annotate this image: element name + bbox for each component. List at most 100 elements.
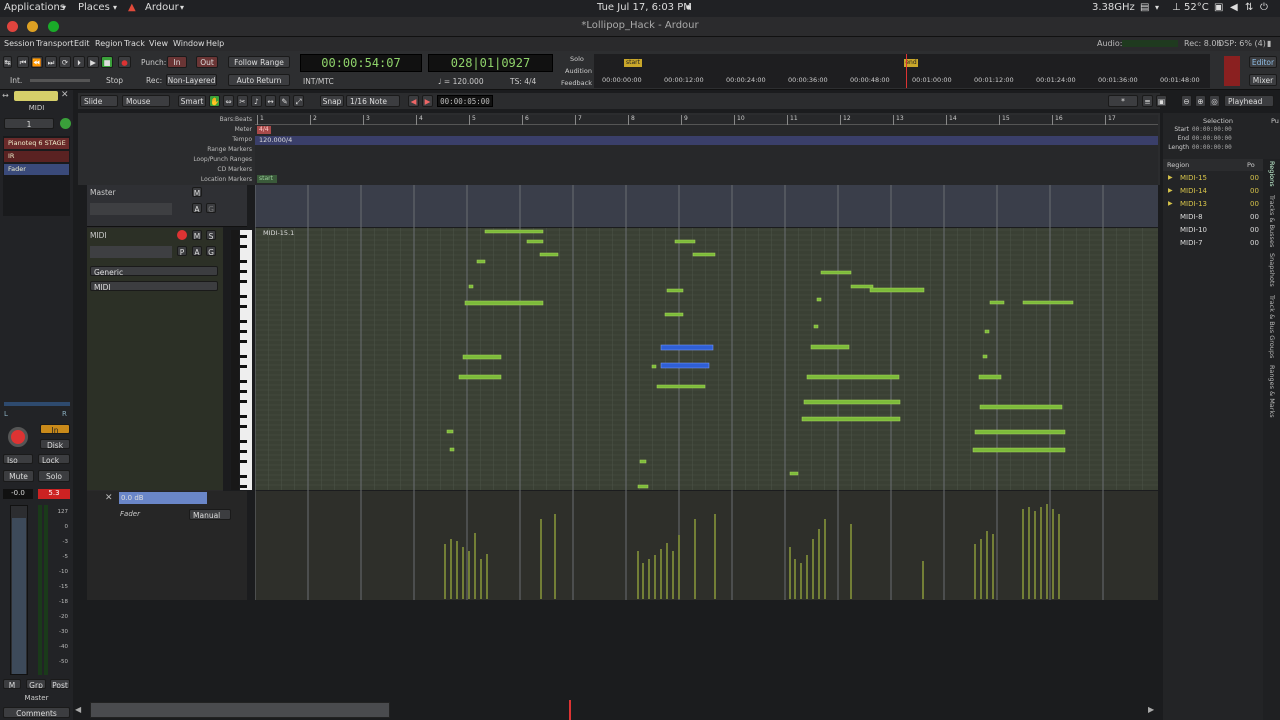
plugin-fader[interactable]: Fader — [4, 164, 69, 175]
loop-icon[interactable]: ⟳ — [59, 56, 71, 68]
zoom-focus-dropdown[interactable]: Playhead — [1224, 95, 1274, 107]
menu-track[interactable]: Track — [124, 39, 145, 48]
horizontal-scrollbar[interactable] — [90, 702, 390, 718]
black-key[interactable] — [240, 235, 247, 238]
meter-point-button[interactable]: M — [3, 679, 21, 689]
plugin-ir[interactable]: IR — [4, 151, 69, 162]
audition-tool-icon[interactable]: ♪ — [251, 95, 262, 107]
midi-group-button[interactable]: G — [206, 246, 216, 256]
midi-automation-button[interactable]: A — [192, 246, 202, 256]
bars-beats-ruler[interactable]: 1 2 3 4 5 6 7 8 9 10 11 12 13 14 15 16 17 — [255, 115, 1158, 125]
black-key[interactable] — [240, 440, 247, 443]
power-icon[interactable]: ⏻ — [1260, 2, 1268, 13]
region-list-item[interactable]: ▶ MIDI-13 00 — [1163, 199, 1263, 211]
midi-track-header[interactable]: MIDI M S P A G Generic MIDI — [87, 228, 223, 490]
cursor-mode-dropdown[interactable]: Mouse — [122, 95, 170, 107]
black-key[interactable] — [240, 295, 247, 298]
black-key[interactable] — [240, 320, 247, 323]
black-key[interactable] — [240, 340, 247, 343]
region-list-item[interactable]: MIDI-10 00 — [1163, 225, 1263, 237]
master-mute-button[interactable]: M — [192, 187, 202, 197]
applications-menu[interactable]: Applications — [4, 2, 65, 13]
strip-color-bar[interactable] — [14, 91, 58, 101]
hide-automation-icon[interactable]: ✕ — [105, 493, 115, 503]
channel-selector-dropdown[interactable]: MIDI — [90, 281, 218, 291]
cut-tool-icon[interactable]: ✂ — [237, 95, 248, 107]
master-track-name[interactable]: Master — [90, 188, 116, 197]
master-automation-button[interactable]: A — [192, 203, 202, 213]
shrink-tracks-icon[interactable]: ≡ — [1142, 95, 1153, 107]
clock-datetime[interactable]: Tue Jul 17, 6:03 PM — [597, 2, 692, 13]
black-key[interactable] — [240, 485, 247, 488]
nudge-clock[interactable]: 00:00:05:00 — [437, 95, 493, 107]
expand-tracks-icon[interactable]: ▣ — [1156, 95, 1167, 107]
volume-icon[interactable]: ◀ — [1230, 2, 1238, 13]
solo-isolate-button[interactable]: Iso — [3, 454, 33, 464]
region-column-header[interactable]: Region — [1167, 161, 1189, 169]
draw-tool-icon[interactable]: ✎ — [279, 95, 290, 107]
piano-roll-scroomer[interactable] — [231, 230, 239, 490]
phase-invert-icon[interactable] — [60, 118, 71, 129]
selection-length-clock[interactable]: 00:00:00:00 — [1192, 144, 1232, 151]
stretch-tool-icon[interactable]: ↔ — [265, 95, 276, 107]
gain-fader[interactable] — [10, 505, 28, 675]
tab-ranges-marks[interactable]: Ranges & Marks — [1268, 365, 1276, 418]
tab-snapshots[interactable]: Snapshots — [1268, 253, 1276, 287]
network-icon[interactable]: ⇅ — [1245, 2, 1253, 13]
black-key[interactable] — [240, 305, 247, 308]
record-enable-button[interactable]: ● — [118, 56, 131, 68]
tab-regions[interactable]: Regions — [1268, 161, 1276, 187]
black-key[interactable] — [240, 425, 247, 428]
selection-end-clock[interactable]: 00:00:00:00 — [1192, 135, 1232, 142]
midi-playlist-button[interactable]: P — [177, 246, 187, 256]
position-column-header[interactable]: Po — [1247, 161, 1255, 169]
piano-keyboard[interactable] — [240, 230, 252, 490]
nudge-forward-icon[interactable]: ▶ — [422, 95, 433, 107]
smart-mode-button[interactable]: Smart — [178, 95, 206, 107]
edit-mode-dropdown[interactable]: Slide — [80, 95, 118, 107]
output-master-label[interactable]: Master — [0, 694, 73, 702]
tempo-display[interactable]: ♩ = 120.000 — [438, 77, 484, 86]
strip-name[interactable]: MIDI — [0, 104, 73, 112]
peak-display[interactable]: 5.3 — [38, 489, 70, 499]
ruler-lanes[interactable]: 1 2 3 4 5 6 7 8 9 10 11 12 13 14 15 16 17 4/4 120.000/4 … — [255, 115, 1158, 185]
zoom-in-icon[interactable]: ⊕ — [1195, 95, 1206, 107]
audition-indicator[interactable]: Audition — [565, 67, 592, 75]
visible-tracks-dropdown[interactable]: * — [1108, 95, 1138, 107]
menu-help[interactable]: Help — [206, 39, 224, 48]
midi-gain-slider[interactable] — [90, 246, 172, 258]
midi-mute-button[interactable]: M — [192, 230, 202, 240]
tempo-marker[interactable]: 120.000/4 — [259, 136, 292, 145]
midi-track-name[interactable]: MIDI — [90, 231, 107, 240]
punch-in-button[interactable]: In — [167, 56, 187, 68]
secondary-clock[interactable]: 028|01|0927 — [428, 54, 553, 72]
grid-type-dropdown[interactable]: 1/16 Note — [346, 95, 400, 107]
black-key[interactable] — [240, 460, 247, 463]
automation-mode-dropdown[interactable]: Manual — [189, 509, 231, 520]
region-list-item[interactable]: MIDI-7 00 — [1163, 238, 1263, 250]
region-list-item[interactable]: MIDI-8 00 — [1163, 212, 1263, 224]
editor-window-button[interactable]: Editor — [1249, 56, 1277, 68]
snap-button[interactable]: Snap — [320, 95, 344, 107]
menu-region[interactable]: Region — [95, 39, 122, 48]
start-location-marker[interactable]: start — [257, 175, 277, 183]
record-arm-button[interactable] — [8, 427, 28, 447]
active-app-menu[interactable]: Ardour — [145, 2, 179, 13]
midnam-dropdown[interactable]: Generic — [90, 266, 218, 276]
goto-end-icon[interactable]: ⏭ — [45, 56, 57, 68]
black-key[interactable] — [240, 390, 247, 393]
punch-out-button[interactable]: Out — [196, 56, 218, 68]
play-button[interactable]: ▶ — [87, 56, 99, 68]
selection-start-clock[interactable]: 00:00:00:00 — [1192, 126, 1232, 133]
stop-button[interactable]: ■ — [101, 56, 113, 68]
play-range-icon[interactable]: ⏵ — [73, 56, 85, 68]
black-key[interactable] — [240, 415, 247, 418]
expand-triangle-icon[interactable]: ▶ — [1168, 174, 1173, 181]
gain-display[interactable]: -0.0 — [3, 489, 33, 499]
master-gain-slider[interactable] — [90, 203, 172, 215]
midi-solo-button[interactable]: S — [206, 230, 216, 240]
goto-previous-marker-icon[interactable]: ⏪ — [31, 56, 43, 68]
region-list-item[interactable]: ▶ MIDI-14 00 — [1163, 186, 1263, 198]
mini-start-marker[interactable]: start — [624, 59, 642, 67]
black-key[interactable] — [240, 280, 247, 283]
